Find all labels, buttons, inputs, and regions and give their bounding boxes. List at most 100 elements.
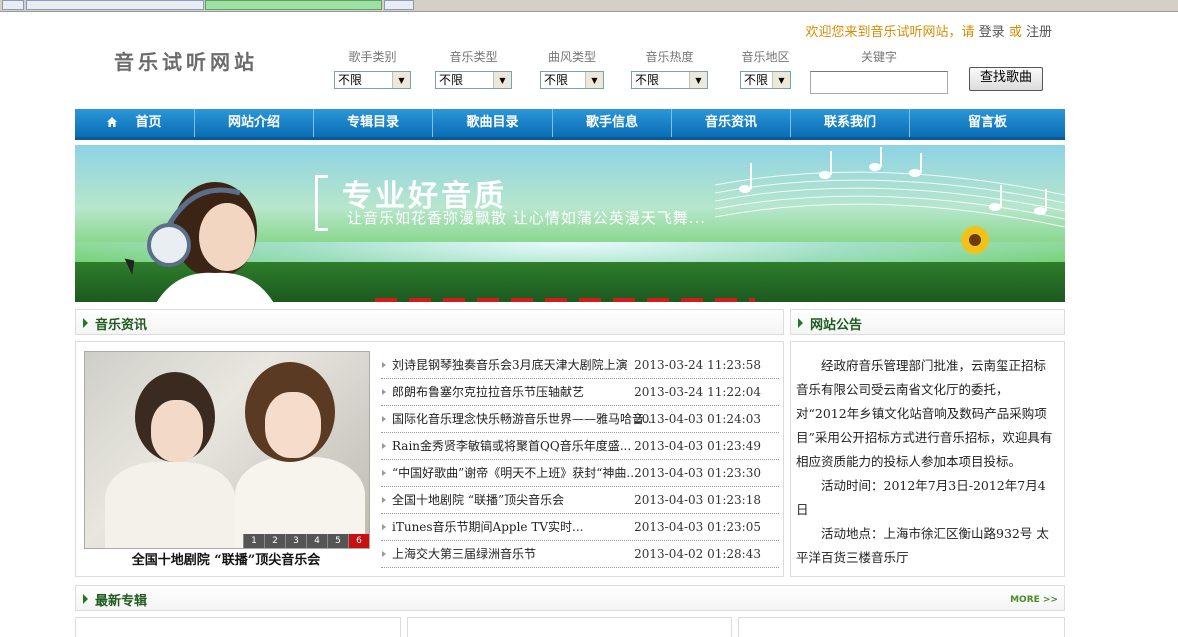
music-type-select[interactable]: 不限 ▼ [435, 71, 512, 89]
filter-music-popularity: 音乐热度 不限 ▼ [631, 48, 708, 89]
music-popularity-select[interactable]: 不限 ▼ [631, 71, 708, 89]
chevron-down-icon[interactable]: ▼ [772, 72, 790, 88]
news-date: 2013-04-03 01:24:03 [634, 412, 761, 426]
browser-tab[interactable] [384, 0, 414, 10]
nav-item-singers[interactable]: 歌手信息 [553, 109, 672, 137]
browser-tab[interactable] [2, 0, 24, 10]
nav-item-about[interactable]: 网站介绍 [195, 109, 314, 137]
news-title[interactable]: 刘诗昆钢琴独奏音乐会3月底天津大剧院上演 [392, 352, 657, 378]
search-songs-button[interactable]: 查找歌曲 [969, 67, 1043, 91]
nav-item-news[interactable]: 音乐资讯 [672, 109, 791, 137]
filter-music-type: 音乐类型 不限 ▼ [435, 48, 512, 89]
news-date: 2013-04-03 01:23:30 [634, 466, 761, 480]
browser-tab-strip [0, 0, 1178, 12]
news-section-title[interactable]: 音乐资讯 [95, 314, 147, 333]
slider-page-4[interactable]: 4 [306, 534, 327, 548]
filter-label: 音乐热度 [645, 50, 694, 64]
news-title[interactable]: 全国十地剧院 “联播”顶尖音乐会 [392, 487, 657, 513]
music-region-select[interactable]: 不限 ▼ [740, 71, 791, 89]
banner-girl-image [147, 182, 274, 302]
chevron-down-icon[interactable]: ▼ [689, 72, 707, 88]
news-title[interactable]: 国际化音乐理念快乐畅游音乐世界——雅马哈音... [392, 406, 657, 432]
news-title[interactable]: 上海交大第三届绿洲音乐节 [392, 541, 657, 567]
news-item[interactable]: iTunes音乐节期间Apple TV实时... 2013-04-03 01:23… [381, 514, 779, 541]
site-logo[interactable]: 音乐试听网站 [114, 46, 258, 75]
album-card[interactable] [407, 617, 732, 637]
notice-place: 活动地点：上海市徐汇区衡山路932号 太平洋百货三楼音乐厅 [796, 526, 1049, 565]
slider-page-3[interactable]: 3 [285, 534, 306, 548]
news-item[interactable]: 国际化音乐理念快乐畅游音乐世界——雅马哈音... 2013-04-03 01:24… [381, 406, 779, 433]
bullet-icon [382, 524, 386, 530]
browser-tab-active[interactable] [205, 0, 382, 10]
keyword-input[interactable] [810, 71, 948, 94]
nav-item-contact[interactable]: 联系我们 [791, 109, 910, 137]
music-notes-graphic [714, 147, 1065, 254]
slider-page-6[interactable]: 6 [348, 534, 369, 548]
news-box: 1 2 3 4 5 6 全国十地剧院 “联播”顶尖音乐会 刘诗昆钢琴独奏音乐会3… [75, 341, 784, 577]
news-item[interactable]: “中国好歌曲”谢帝《明天不上班》获封“神曲... 2013-04-03 01:23… [381, 460, 779, 487]
chevron-down-icon[interactable]: ▼ [493, 72, 511, 88]
bullet-icon [382, 497, 386, 503]
select-value: 不限 [635, 73, 660, 87]
bullet-icon [382, 416, 386, 422]
banner-red-text-strip [375, 298, 755, 302]
select-value: 不限 [338, 73, 363, 87]
style-type-select[interactable]: 不限 ▼ [540, 71, 604, 89]
select-value: 不限 [544, 73, 569, 87]
home-icon [107, 117, 118, 127]
filter-label: 音乐类型 [449, 50, 498, 64]
news-item[interactable]: 刘诗昆钢琴独奏音乐会3月底天津大剧院上演 2013-03-24 11:23:58 [381, 352, 779, 379]
browser-tab[interactable] [26, 0, 204, 10]
keyword-label: 关键字 [860, 50, 897, 64]
news-list: 刘诗昆钢琴独奏音乐会3月底天津大剧院上演 2013-03-24 11:23:58 … [381, 352, 779, 568]
chevron-down-icon[interactable]: ▼ [392, 72, 410, 88]
slider-page-1[interactable]: 1 [243, 534, 264, 548]
nav-item-albums[interactable]: 专辑目录 [314, 109, 433, 137]
slider-figure [151, 400, 203, 462]
more-link[interactable]: MORE >> [1010, 595, 1058, 605]
news-item[interactable]: Rain金秀贤李敏镐或将聚首QQ音乐年度盛... 2013-04-03 01:23… [381, 433, 779, 460]
nav-item-songs[interactable]: 歌曲目录 [433, 109, 553, 137]
slider-figure [105, 462, 235, 548]
notice-box: 经政府音乐管理部门批准，云南玺正招标音乐有限公司受云南省文化厅的委托，对“201… [790, 341, 1065, 577]
news-title[interactable]: “中国好歌曲”谢帝《明天不上班》获封“神曲... [392, 460, 657, 486]
albums-section-title[interactable]: 最新专辑 [95, 590, 147, 609]
hero-banner: 专业好音质 让音乐如花香弥漫飘散 让心情如蒲公英漫天飞舞... [75, 145, 1065, 302]
bullet-icon [382, 551, 386, 557]
news-date: 2013-04-03 01:23:05 [634, 520, 761, 534]
nav-item-guestbook[interactable]: 留言板 [910, 109, 1065, 137]
filter-style-type: 曲风类型 不限 ▼ [540, 48, 604, 89]
news-title[interactable]: Rain金秀贤李敏镐或将聚首QQ音乐年度盛... [392, 433, 657, 459]
news-title[interactable]: iTunes音乐节期间Apple TV实时... [392, 514, 657, 540]
bullet-icon [382, 443, 386, 449]
slider-pager: 1 2 3 4 5 6 [243, 534, 369, 548]
news-slider-image[interactable]: 1 2 3 4 5 6 [84, 351, 370, 549]
welcome-text: 欢迎您来到音乐试听网站，请 [805, 25, 975, 40]
album-card[interactable] [75, 617, 401, 637]
news-item[interactable]: 全国十地剧院 “联播”顶尖音乐会 2013-04-03 01:23:18 [381, 487, 779, 514]
login-link[interactable]: 登录 [979, 25, 1005, 40]
news-date: 2013-03-24 11:23:58 [634, 358, 761, 372]
nav-item-label: 首页 [135, 115, 162, 130]
triangle-bullet-icon [83, 594, 88, 604]
keyword-field: 关键字 [810, 48, 948, 94]
notice-section-title[interactable]: 网站公告 [810, 314, 862, 333]
news-item[interactable]: 郎朗布鲁塞尔克拉拉音乐节压轴献艺 2013-03-24 11:22:04 [381, 379, 779, 406]
filter-music-region: 音乐地区 不限 ▼ [740, 48, 791, 89]
chevron-down-icon[interactable]: ▼ [585, 72, 603, 88]
notice-time: 活动时间：2012年7月3日-2012年7月4日 [796, 478, 1046, 517]
slider-caption[interactable]: 全国十地剧院 “联播”顶尖音乐会 [84, 549, 368, 568]
notice-section-header: 网站公告 [790, 309, 1065, 335]
singer-category-select[interactable]: 不限 ▼ [334, 71, 411, 89]
bullet-icon [382, 389, 386, 395]
news-title[interactable]: 郎朗布鲁塞尔克拉拉音乐节压轴献艺 [392, 379, 657, 405]
album-card[interactable] [738, 617, 1065, 637]
nav-item-home[interactable]: 首页 [75, 109, 195, 137]
news-item[interactable]: 上海交大第三届绿洲音乐节 2013-04-02 01:28:43 [381, 541, 779, 568]
slider-page-5[interactable]: 5 [327, 534, 348, 548]
register-link[interactable]: 注册 [1026, 25, 1052, 40]
banner-bracket [315, 175, 328, 231]
news-date: 2013-04-03 01:23:49 [634, 439, 761, 453]
slider-page-2[interactable]: 2 [264, 534, 285, 548]
notice-body: 经政府音乐管理部门批准，云南玺正招标音乐有限公司受云南省文化厅的委托，对“201… [796, 358, 1053, 469]
